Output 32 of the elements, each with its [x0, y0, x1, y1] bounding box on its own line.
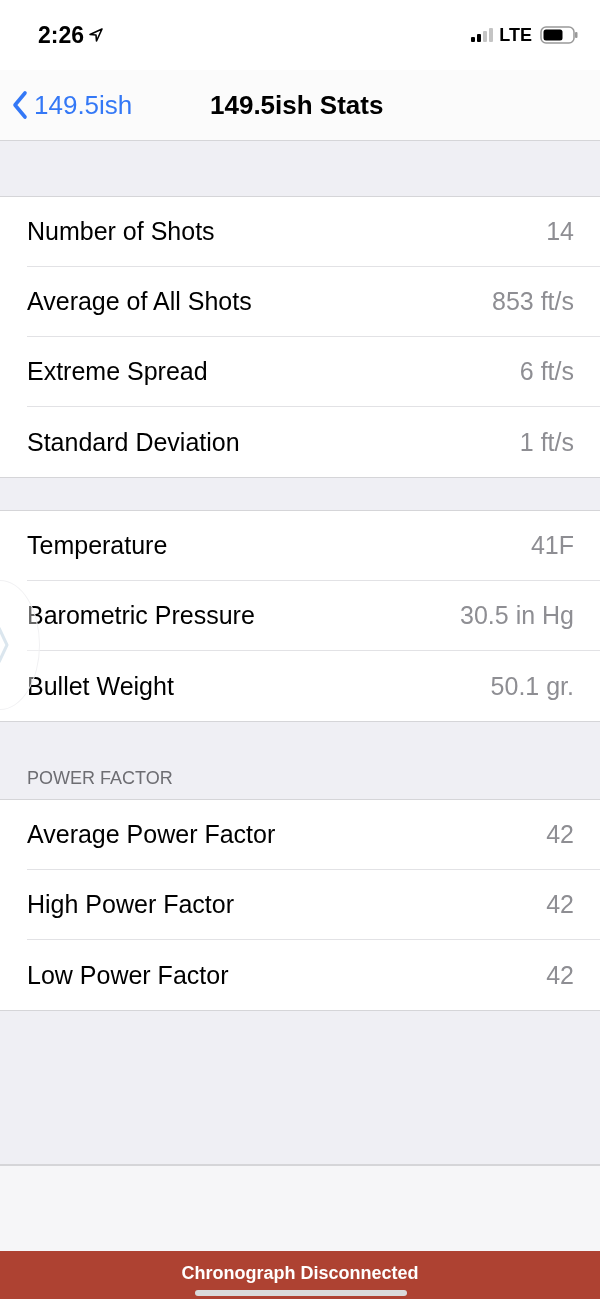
row-value: 30.5 in Hg [460, 601, 574, 630]
location-arrow-icon [88, 27, 105, 43]
row-value: 6 ft/s [519, 357, 574, 386]
row-value: 41F [530, 531, 574, 560]
row-label: Average of All Shots [27, 287, 252, 316]
battery-icon [540, 26, 578, 44]
chevron-right-icon [0, 625, 9, 665]
row-label: Barometric Pressure [27, 601, 255, 630]
row-label: Standard Deviation [27, 427, 240, 457]
back-button[interactable]: 149.5ish [0, 89, 133, 121]
clock: 2:26 [38, 21, 85, 49]
row-value: 853 ft/s [492, 287, 574, 316]
row-value: 42 [546, 820, 574, 849]
row-label: Number of Shots [27, 217, 215, 246]
banner-text: Chronograph Disconnected [181, 1263, 419, 1285]
signal-icon [471, 28, 496, 42]
row-label: High Power Factor [27, 890, 235, 919]
row-label: Temperature [27, 531, 168, 560]
row-label: Bullet Weight [27, 671, 174, 701]
row-label: Average Power Factor [27, 820, 276, 849]
back-label: 149.5ish [34, 89, 133, 121]
row-label: Extreme Spread [27, 357, 208, 386]
row-value: 42 [546, 890, 574, 919]
row-value: 50.1 gr. [490, 671, 574, 701]
network-label: LTE [499, 24, 532, 46]
row-value: 1 ft/s [519, 427, 574, 457]
row-label: Low Power Factor [27, 960, 229, 990]
row-value: 42 [546, 960, 574, 990]
screen-title: 149.5ish Stats [210, 89, 384, 121]
chevron-left-icon [12, 90, 28, 120]
section-header: POWER FACTOR [27, 768, 173, 789]
row-value: 14 [546, 217, 574, 246]
